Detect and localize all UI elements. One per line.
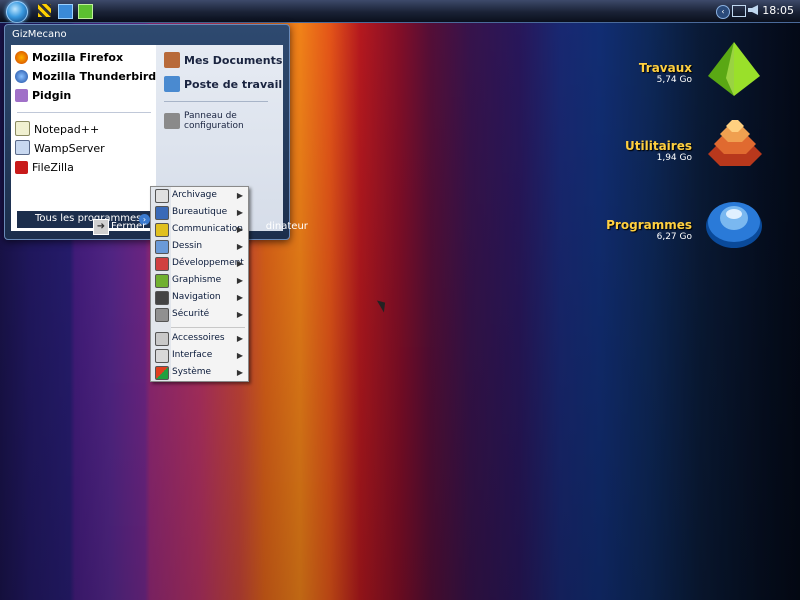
submenu-item-navigation[interactable]: Navigation ▶ xyxy=(153,289,246,306)
notepad-icon xyxy=(15,121,30,136)
taskbar: ‹ 18:05 xyxy=(0,0,800,23)
pidgin-icon xyxy=(15,89,28,102)
computer-icon xyxy=(164,76,180,92)
menu-item-control-panel[interactable]: Panneau de configuration xyxy=(164,111,244,141)
interface-icon xyxy=(155,349,169,363)
submenu-item-archivage[interactable]: Archivage ▶ xyxy=(153,187,246,204)
desktop-size-utilitaires: 1,94 Go xyxy=(656,153,692,163)
chevron-right-icon: ▶ xyxy=(236,310,243,319)
programs-pane: Mozilla Firefox Mozilla Thunderbird Pidg… xyxy=(11,45,156,231)
menu-item-filezilla[interactable]: FileZilla xyxy=(15,159,74,177)
menu-item-wampserver[interactable]: WampServer xyxy=(15,140,105,158)
system-icon xyxy=(155,366,169,380)
separator xyxy=(17,112,151,113)
network-icon[interactable] xyxy=(732,5,746,17)
firefox-icon xyxy=(15,51,28,64)
documents-icon xyxy=(164,52,180,68)
user-name: GizMecano xyxy=(12,29,67,40)
desktop-label-utilitaires[interactable]: Utilitaires xyxy=(625,139,692,153)
security-icon xyxy=(155,308,169,322)
chevron-right-icon: ▶ xyxy=(236,368,243,377)
mouse-cursor-icon xyxy=(376,297,390,313)
chevron-right-icon: ▶ xyxy=(236,242,243,251)
menu-item-pidgin[interactable]: Pidgin xyxy=(15,87,71,105)
submenu-item-securite[interactable]: Sécurité ▶ xyxy=(153,306,246,323)
chevron-right-icon: ▶ xyxy=(236,351,243,360)
graphics-icon xyxy=(155,274,169,288)
chevron-right-icon: ▶ xyxy=(236,334,243,343)
chevron-right-icon: ▶ xyxy=(236,259,243,268)
communication-icon xyxy=(155,223,169,237)
submenu-item-developpement[interactable]: Développement ▶ xyxy=(153,255,246,272)
programs-submenu: Archivage ▶ Bureautique ▶ Communication ▶ D… xyxy=(150,186,249,382)
control-panel-icon xyxy=(164,113,180,129)
submenu-item-bureautique[interactable]: Bureautique ▶ xyxy=(153,204,246,221)
chevron-right-icon: ▶ xyxy=(236,293,243,302)
volume-icon[interactable] xyxy=(748,5,758,15)
wampserver-icon xyxy=(15,140,30,155)
submenu-item-interface[interactable]: Interface ▶ xyxy=(153,347,246,364)
chevron-right-icon: ▶ xyxy=(236,276,243,285)
navigation-icon xyxy=(155,291,169,305)
chevron-right-icon: ▶ xyxy=(236,208,243,217)
utilitaires-drive-icon[interactable] xyxy=(706,116,764,176)
arrow-right-icon[interactable]: ➜ xyxy=(93,219,109,235)
submenu-item-accessoires[interactable]: Accessoires ▶ xyxy=(153,330,246,347)
accessories-icon xyxy=(155,332,169,346)
separator xyxy=(164,101,268,102)
desktop-label-programmes[interactable]: Programmes xyxy=(606,218,692,232)
desktop-size-travaux: 5,74 Go xyxy=(656,75,692,85)
quicklaunch-desktop-icon[interactable] xyxy=(58,4,73,19)
chevron-right-icon: ▶ xyxy=(236,225,243,234)
office-icon xyxy=(155,206,169,220)
submenu-item-communication[interactable]: Communication ▶ xyxy=(153,221,246,238)
menu-item-notepad[interactable]: Notepad++ xyxy=(15,121,99,139)
menu-item-firefox[interactable]: Mozilla Firefox xyxy=(15,49,123,67)
archive-icon xyxy=(155,189,169,203)
tray-expand-icon[interactable]: ‹ xyxy=(716,5,730,19)
submenu-item-systeme[interactable]: Système ▶ xyxy=(153,364,246,381)
separator xyxy=(171,327,245,328)
quicklaunch-tool-icon[interactable] xyxy=(38,4,51,17)
chevron-right-icon: ▶ xyxy=(236,191,243,200)
thunderbird-icon xyxy=(15,70,28,83)
programmes-drive-icon[interactable] xyxy=(704,196,764,252)
quicklaunch-app-icon[interactable] xyxy=(78,4,93,19)
development-icon xyxy=(155,257,169,271)
travaux-drive-icon[interactable] xyxy=(706,40,762,98)
menu-item-computer[interactable]: Poste de travail xyxy=(164,76,282,94)
submenu-item-graphisme[interactable]: Graphisme ▶ xyxy=(153,272,246,289)
desktop-size-programmes: 6,27 Go xyxy=(656,232,692,242)
menu-item-thunderbird[interactable]: Mozilla Thunderbird xyxy=(15,68,156,86)
drawing-icon xyxy=(155,240,169,254)
menu-item-documents[interactable]: Mes Documents xyxy=(164,52,282,70)
desktop-label-travaux[interactable]: Travaux xyxy=(639,61,692,75)
clock[interactable]: 18:05 xyxy=(762,4,794,17)
filezilla-icon xyxy=(15,161,28,174)
start-button[interactable] xyxy=(6,1,28,23)
submenu-item-dessin[interactable]: Dessin ▶ xyxy=(153,238,246,255)
system-tray: ‹ 18:05 xyxy=(714,0,800,22)
